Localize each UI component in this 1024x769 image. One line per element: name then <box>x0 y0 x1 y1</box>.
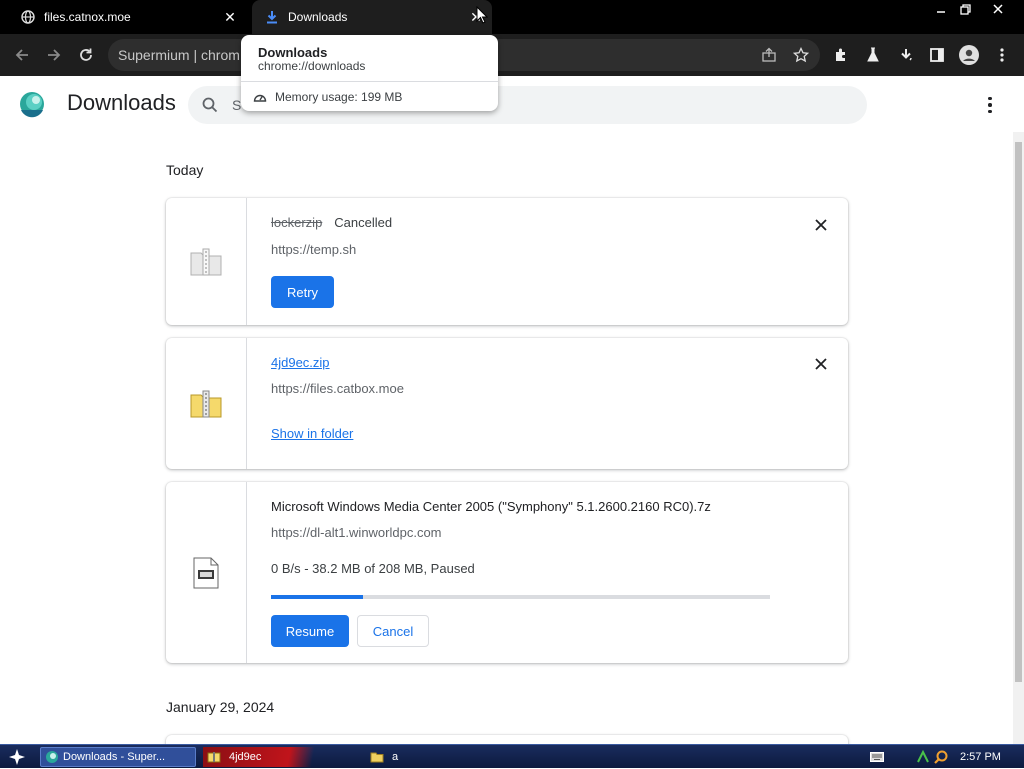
close-tab-icon[interactable]: ✕ <box>220 7 240 27</box>
hover-card-memory: Memory usage: 199 MB <box>241 81 498 111</box>
keyboard-icon[interactable] <box>870 752 884 762</box>
filename: lockerzip <box>271 215 323 230</box>
address-text: Supermium | chrom <box>118 47 240 63</box>
download-item-card: Microsoft Windows Media Center 2005 ("Sy… <box>166 482 848 663</box>
progress-bar <box>271 595 770 599</box>
progress-bar-fill <box>271 595 363 599</box>
tab-hover-card: Downloads chrome://downloads Memory usag… <box>241 35 498 111</box>
download-status: Cancelled <box>334 215 393 230</box>
progress-text: 0 B/s - 38.2 MB of 208 MB, Paused <box>271 561 475 576</box>
tab-title: Downloads <box>288 10 348 24</box>
tab-downloads[interactable]: Downloads ✕ <box>252 0 492 34</box>
back-icon[interactable] <box>11 44 33 66</box>
memory-gauge-icon <box>253 91 267 103</box>
bookmark-star-icon[interactable] <box>790 44 812 66</box>
source-url: https://temp.sh <box>271 242 357 257</box>
taskbar-item-label: a <box>392 751 399 763</box>
zip-folder-icon <box>189 389 223 419</box>
tab-files-catnox[interactable]: files.catnox.moe ✕ <box>8 0 246 34</box>
filename: Microsoft Windows Media Center 2005 ("Sy… <box>271 499 711 514</box>
system-tray: 2:57 PM <box>870 745 1001 769</box>
hover-card-title: Downloads <box>258 45 328 60</box>
start-button-icon[interactable] <box>6 747 28 767</box>
page-title: Downloads <box>67 90 176 115</box>
7z-file-icon <box>192 557 220 589</box>
zip-folder-icon <box>207 751 221 763</box>
taskbar-item-4jd9ec[interactable]: 4jd9ec <box>203 747 359 767</box>
file-icon-cell <box>166 198 247 325</box>
downloads-toolbar-icon[interactable] <box>895 44 917 66</box>
taskbar-item-browser[interactable]: Downloads - Super... <box>40 747 196 767</box>
profile-avatar-icon[interactable] <box>958 44 980 66</box>
globe-icon <box>20 9 36 25</box>
restore-icon[interactable] <box>950 0 980 18</box>
tab-strip: files.catnox.moe ✕ Downloads ✕ <box>0 0 1024 34</box>
taskbar-item-a[interactable]: a <box>366 747 506 767</box>
resume-button[interactable]: Resume <box>271 615 349 647</box>
scrollbar-thumb[interactable] <box>1015 142 1022 682</box>
memory-usage-text: Memory usage: 199 MB <box>275 89 403 104</box>
remove-from-list-icon[interactable] <box>812 216 830 234</box>
download-item-card: lockerzip Cancelled https://temp.sh Retr… <box>166 198 848 325</box>
download-item-card: 4jd9ec.zip https://files.catbox.moe Show… <box>166 338 848 469</box>
zip-file-icon <box>189 247 223 277</box>
retry-button[interactable]: Retry <box>271 276 334 308</box>
reload-icon[interactable] <box>75 44 97 66</box>
taskbar-item-label: 4jd9ec <box>229 751 262 763</box>
share-icon[interactable] <box>758 44 780 66</box>
filename-link[interactable]: 4jd9ec.zip <box>271 355 330 370</box>
folder-icon <box>370 751 384 763</box>
hover-card-url: chrome://downloads <box>258 59 366 73</box>
file-icon-cell <box>166 338 247 469</box>
taskbar-item-label: Downloads - Super... <box>63 751 166 763</box>
source-url: https://files.catbox.moe <box>271 381 404 396</box>
cancel-button[interactable]: Cancel <box>357 615 429 647</box>
forward-icon[interactable] <box>43 44 65 66</box>
network-icon[interactable] <box>916 750 930 764</box>
labs-flask-icon[interactable] <box>862 44 884 66</box>
more-actions-icon[interactable] <box>980 94 1000 116</box>
extensions-icon[interactable] <box>830 44 852 66</box>
tab-title: files.catnox.moe <box>44 10 131 24</box>
mouse-cursor-icon <box>476 6 488 24</box>
downloads-logo-icon <box>18 90 46 118</box>
date-section-header: January 29, 2024 <box>166 699 275 715</box>
close-window-icon[interactable] <box>983 0 1013 18</box>
remove-from-list-icon[interactable] <box>812 355 830 373</box>
source-url: https://dl-alt1.winworldpc.com <box>271 525 442 540</box>
date-section-header: Today <box>166 162 204 178</box>
search-placeholder: S <box>232 97 242 113</box>
show-in-folder-link[interactable]: Show in folder <box>271 426 353 441</box>
clock[interactable]: 2:57 PM <box>960 751 1001 763</box>
page-scrollbar[interactable] <box>1013 132 1024 744</box>
search-tray-icon[interactable] <box>934 750 948 764</box>
side-panel-icon[interactable] <box>926 44 948 66</box>
search-icon <box>202 97 218 113</box>
os-taskbar: Downloads - Super... 4jd9ec a 2:57 PM <box>0 744 1024 768</box>
browser-app-icon <box>45 750 59 764</box>
download-icon <box>264 9 280 25</box>
file-icon-cell <box>166 482 247 663</box>
browser-menu-icon[interactable] <box>991 44 1013 66</box>
